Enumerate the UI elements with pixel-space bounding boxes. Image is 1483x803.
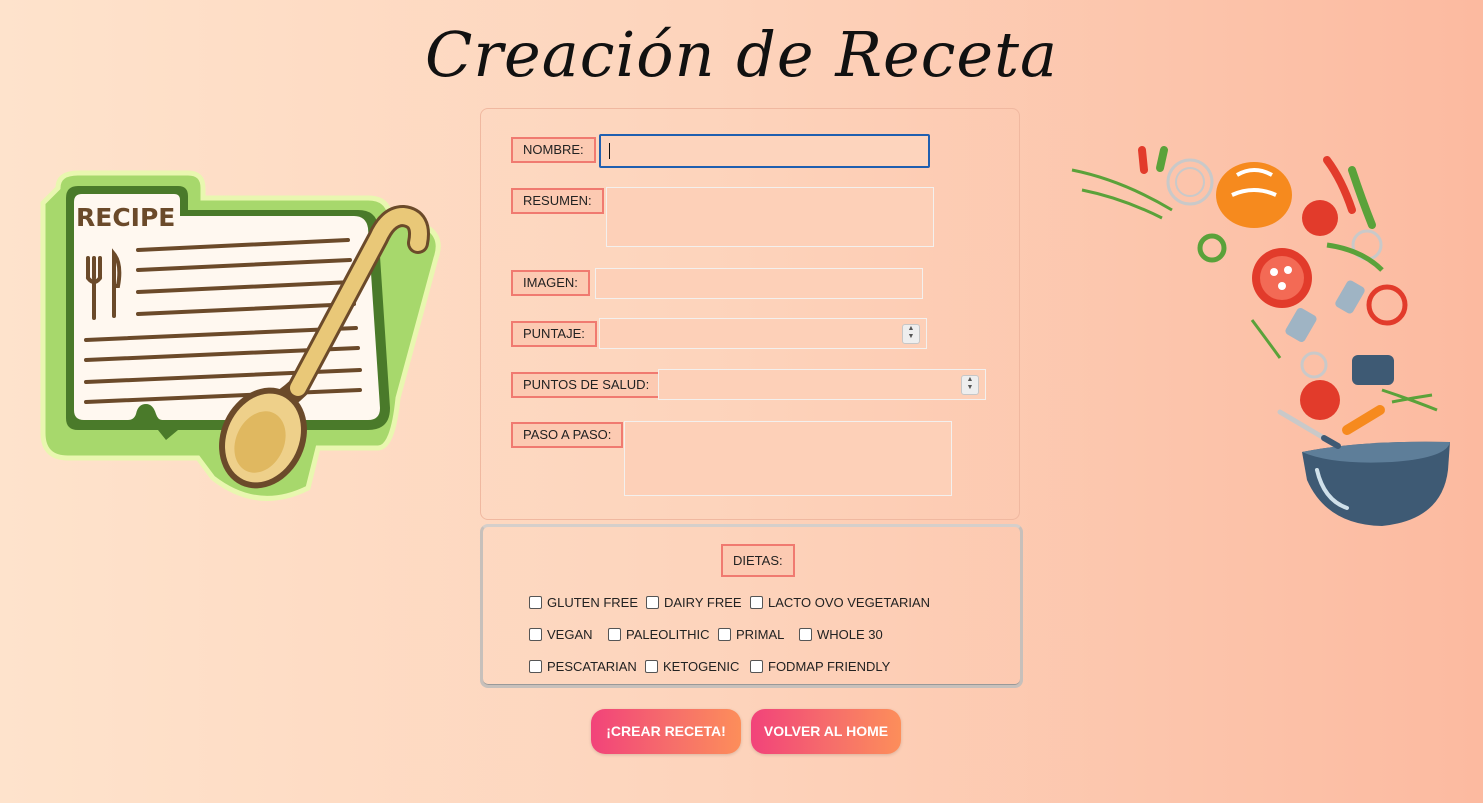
- vegetables-bowl-illustration: [1071, 146, 1450, 526]
- nombre-label: NOMBRE:: [511, 137, 596, 163]
- red-pepper-ring-icon: [1366, 284, 1408, 326]
- checkbox[interactable]: [529, 660, 542, 673]
- diets-panel: DIETAS: GLUTEN FREE DAIRY FREE LACTO OVO…: [480, 524, 1023, 688]
- puntaje-label: PUNTAJE:: [511, 321, 597, 347]
- diet-checkbox-dairy-free[interactable]: DAIRY FREE: [646, 595, 742, 610]
- diet-checkbox-lacto-ovo-vegetarian[interactable]: LACTO OVO VEGETARIAN: [750, 595, 930, 610]
- diet-checkbox-fodmap-friendly[interactable]: FODMAP FRIENDLY: [750, 659, 890, 674]
- imagen-label: IMAGEN:: [511, 270, 590, 296]
- checkbox[interactable]: [608, 628, 621, 641]
- recipe-card-label: RECIPE: [76, 203, 175, 232]
- resumen-textarea[interactable]: [606, 187, 934, 247]
- checkbox[interactable]: [529, 596, 542, 609]
- puntos-salud-label: PUNTOS DE SALUD:: [511, 372, 662, 398]
- pot-icon: [1352, 355, 1394, 385]
- diet-checkbox-vegan[interactable]: VEGAN: [529, 627, 593, 642]
- checkbox[interactable]: [645, 660, 658, 673]
- create-recipe-button[interactable]: ¡CREAR RECETA!: [591, 709, 741, 754]
- checkbox[interactable]: [529, 628, 542, 641]
- diet-checkbox-pescatarian[interactable]: PESCATARIAN: [529, 659, 637, 674]
- nombre-input[interactable]: [599, 134, 930, 168]
- paso-a-paso-textarea[interactable]: [624, 421, 952, 496]
- spinner-icon[interactable]: ▲ ▼: [961, 375, 979, 395]
- recipe-card-illustration: RECIPE: [40, 170, 441, 501]
- diet-checkbox-ketogenic[interactable]: KETOGENIC: [645, 659, 739, 674]
- carrot-icon: [1342, 405, 1385, 435]
- resumen-label: RESUMEN:: [511, 188, 604, 214]
- orange-pumpkin-icon: [1216, 162, 1292, 228]
- back-home-button[interactable]: VOLVER AL HOME: [751, 709, 901, 754]
- tomato-icon: [1252, 200, 1340, 420]
- cooking-bowl-icon: [1302, 441, 1450, 526]
- text-caret: [609, 143, 610, 159]
- spinner-icon[interactable]: ▲ ▼: [902, 324, 920, 344]
- diets-title: DIETAS:: [721, 544, 795, 577]
- diet-checkbox-gluten-free[interactable]: GLUTEN FREE: [529, 595, 638, 610]
- recipe-form: NOMBRE: RESUMEN: IMAGEN: PUNTAJE: ▲ ▼ PUN…: [480, 108, 1020, 520]
- diet-checkbox-whole-30[interactable]: WHOLE 30: [799, 627, 883, 642]
- page-title: Creación de Receta: [424, 18, 1058, 91]
- paso-a-paso-label: PASO A PASO:: [511, 422, 624, 448]
- checkbox[interactable]: [718, 628, 731, 641]
- checkbox[interactable]: [750, 596, 763, 609]
- checkbox[interactable]: [799, 628, 812, 641]
- puntaje-number-input[interactable]: ▲ ▼: [599, 318, 927, 349]
- checkbox[interactable]: [646, 596, 659, 609]
- diet-checkbox-primal[interactable]: PRIMAL: [718, 627, 784, 642]
- puntos-salud-number-input[interactable]: ▲ ▼: [658, 369, 986, 400]
- imagen-input[interactable]: [595, 268, 923, 299]
- checkbox[interactable]: [750, 660, 763, 673]
- diet-checkbox-paleolithic[interactable]: PALEOLITHIC: [608, 627, 710, 642]
